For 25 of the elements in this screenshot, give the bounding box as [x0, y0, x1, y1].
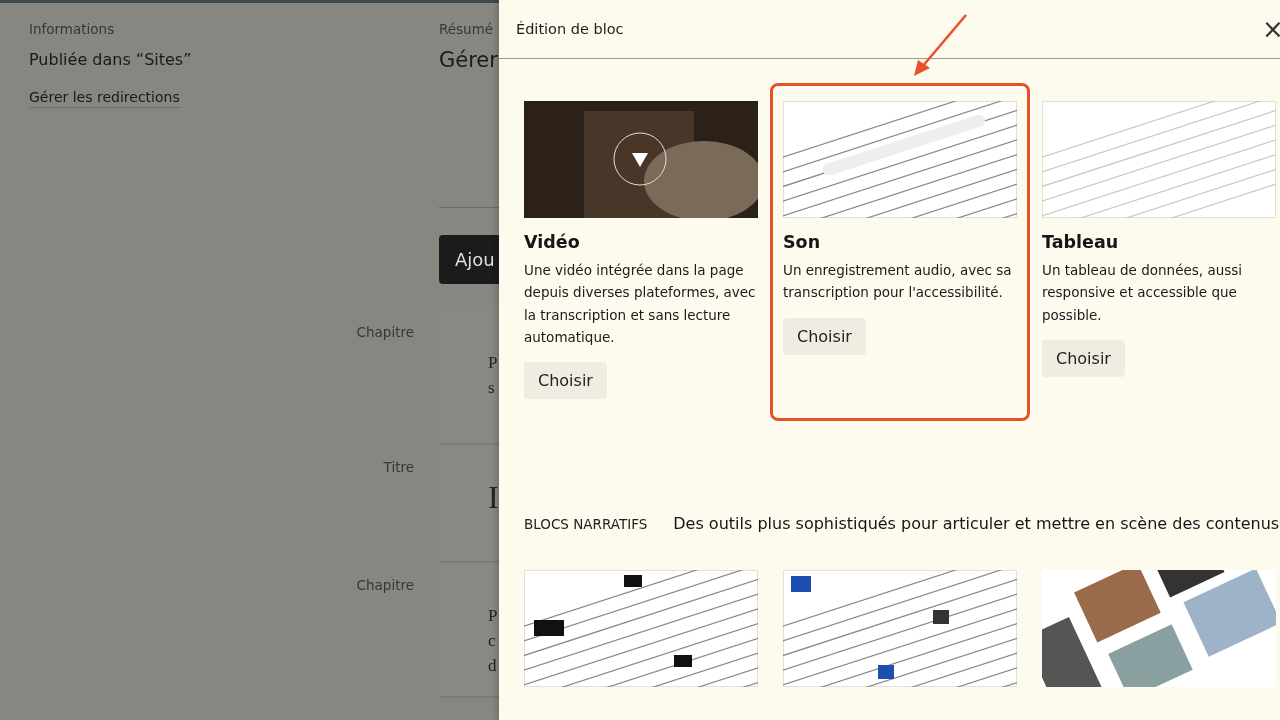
choose-button[interactable]: Choisir: [524, 362, 607, 400]
section-description: Des outils plus sophistiqués pour articuler et mettre en scène des contenus: [673, 514, 1280, 534]
content-block[interactable]: I: [439, 445, 499, 563]
choose-button[interactable]: Choisir: [783, 317, 866, 355]
choose-button[interactable]: Choisir: [1042, 339, 1125, 377]
section-label: Résumé: [439, 21, 495, 37]
summary-text: Gérer: [439, 48, 499, 72]
dialog-title: Édition de bloc: [516, 21, 624, 37]
block-description: Un tableau de données, aussi responsive et accessible que possible.: [1042, 261, 1244, 325]
block-title: Tableau: [1042, 232, 1120, 252]
content-block[interactable]: P c d: [439, 563, 499, 698]
block-label: Chapitre: [355, 576, 414, 595]
block-label: Chapitre: [355, 323, 414, 342]
published-text: Publiée dans “Sites”: [29, 50, 193, 69]
block-label: Titre: [382, 458, 414, 477]
block-description: Une vidéo intégrée dans la page depuis diverses plateformes, avec la transcription et sans lecture automatique.: [524, 261, 757, 347]
block-description: Un enregistrement audio, avec sa transcription pour l'accessibilité.: [783, 261, 1013, 303]
close-button[interactable]: ×: [1262, 16, 1280, 42]
redirects-link[interactable]: Gérer les redirections: [29, 89, 180, 108]
section-label: Informations: [29, 21, 116, 37]
block-title: Son: [783, 232, 822, 252]
block-title: Vidéo: [524, 232, 581, 252]
content-block[interactable]: P s: [439, 310, 499, 445]
add-button[interactable]: Ajou: [439, 235, 499, 284]
section-label: BLOCS NARRATIFS: [524, 516, 648, 533]
